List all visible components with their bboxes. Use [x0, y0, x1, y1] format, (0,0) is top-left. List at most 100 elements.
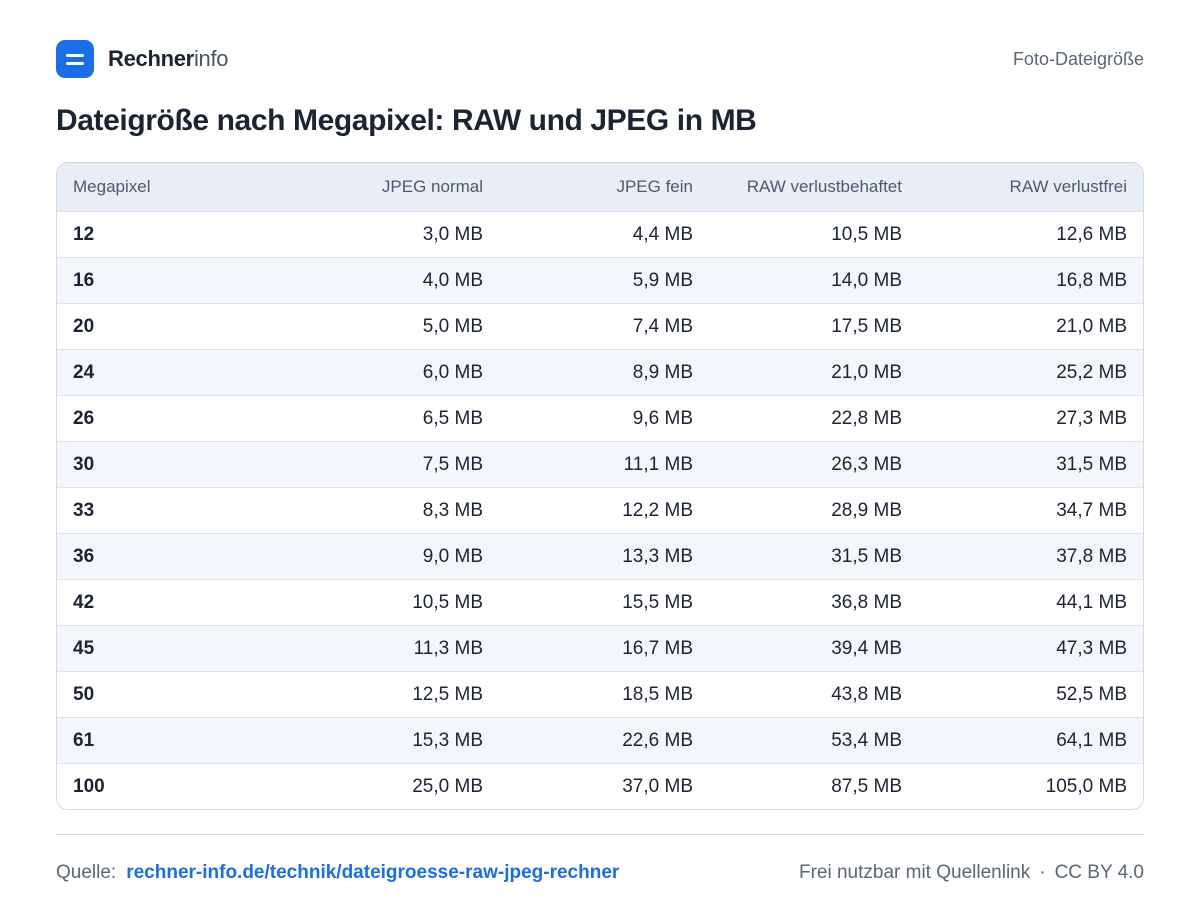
size-cell: 9,6 MB — [499, 395, 709, 442]
size-cell: 14,0 MB — [709, 257, 918, 304]
size-cell: 5,0 MB — [267, 303, 499, 350]
source-link[interactable]: rechner-info.de/technik/dateigroesse-raw… — [126, 862, 619, 883]
size-cell: 22,8 MB — [709, 395, 918, 442]
table-row: 45 11,3 MB 16,7 MB 39,4 MB 47,3 MB — [57, 625, 1143, 672]
size-cell: 27,3 MB — [918, 395, 1143, 442]
size-cell: 31,5 MB — [918, 441, 1143, 488]
megapixel-cell: 26 — [57, 395, 267, 442]
megapixel-cell: 45 — [57, 625, 267, 672]
table-row: 12 3,0 MB 4,4 MB 10,5 MB 12,6 MB — [57, 211, 1143, 258]
size-cell: 34,7 MB — [918, 487, 1143, 534]
size-cell: 5,9 MB — [499, 257, 709, 304]
size-cell: 15,3 MB — [267, 717, 499, 764]
size-cell: 25,2 MB — [918, 349, 1143, 396]
separator: · — [1039, 862, 1046, 883]
data-table: Megapixel JPEG normal JPEG fein RAW verlust… — [56, 162, 1144, 810]
size-cell: 12,5 MB — [267, 671, 499, 718]
license-badge: CC BY 4.0 — [1054, 862, 1144, 883]
size-cell: 10,5 MB — [709, 211, 918, 258]
table-row: 36 9,0 MB 13,3 MB 31,5 MB 37,8 MB — [57, 533, 1143, 580]
size-cell: 28,9 MB — [709, 487, 918, 534]
size-cell: 6,5 MB — [267, 395, 499, 442]
license-info: Frei nutzbar mit Quellenlink · CC BY 4.0 — [799, 862, 1144, 884]
table-body: 12 3,0 MB 4,4 MB 10,5 MB 12,6 MB 16 4,0 MB 5,9 … — [57, 211, 1143, 809]
table-row: 33 8,3 MB 12,2 MB 28,9 MB 34,7 MB — [57, 487, 1143, 534]
brand[interactable]: Rechnerinfo — [56, 40, 229, 78]
size-cell: 44,1 MB — [918, 579, 1143, 626]
size-cell: 13,3 MB — [499, 533, 709, 580]
page-title: Dateigröße nach Megapixel: RAW und JPEG … — [56, 104, 757, 137]
megapixel-cell: 61 — [57, 717, 267, 764]
brand-name: Rechnerinfo — [108, 46, 229, 72]
size-cell: 15,5 MB — [499, 579, 709, 626]
table-row: 16 4,0 MB 5,9 MB 14,0 MB 16,8 MB — [57, 257, 1143, 304]
megapixel-cell: 42 — [57, 579, 267, 626]
column-header: JPEG normal — [267, 163, 499, 212]
megapixel-cell: 12 — [57, 211, 267, 258]
table-row: 24 6,0 MB 8,9 MB 21,0 MB 25,2 MB — [57, 349, 1143, 396]
size-cell: 25,0 MB — [267, 763, 499, 809]
size-cell: 64,1 MB — [918, 717, 1143, 764]
size-cell: 21,0 MB — [918, 303, 1143, 350]
header: Rechnerinfo Foto-Dateigröße — [56, 40, 1144, 78]
table-row: 100 25,0 MB 37,0 MB 87,5 MB 105,0 MB — [57, 763, 1143, 809]
brand-name-light: info — [193, 46, 229, 71]
size-cell: 11,1 MB — [499, 441, 709, 488]
size-cell: 17,5 MB — [709, 303, 918, 350]
menu-lines-icon — [56, 40, 94, 78]
source: Quelle: rechner-info.de/technik/dateigroe… — [56, 862, 619, 884]
size-cell: 31,5 MB — [709, 533, 918, 580]
table-row: 20 5,0 MB 7,4 MB 17,5 MB 21,0 MB — [57, 303, 1143, 350]
size-cell: 10,5 MB — [267, 579, 499, 626]
megapixel-cell: 33 — [57, 487, 267, 534]
table-header-row: Megapixel JPEG normal JPEG fein RAW verlust… — [57, 163, 1143, 212]
megapixel-cell: 50 — [57, 671, 267, 718]
size-cell: 7,4 MB — [499, 303, 709, 350]
size-cell: 53,4 MB — [709, 717, 918, 764]
size-cell: 43,8 MB — [709, 671, 918, 718]
license-text: Frei nutzbar mit Quellenlink — [798, 862, 1031, 883]
size-cell: 7,5 MB — [267, 441, 499, 488]
size-cell: 8,9 MB — [499, 349, 709, 396]
size-cell: 87,5 MB — [709, 763, 918, 809]
megapixel-cell: 36 — [57, 533, 267, 580]
size-cell: 105,0 MB — [918, 763, 1143, 809]
brand-name-bold: Rechner — [108, 46, 194, 71]
size-cell: 18,5 MB — [499, 671, 709, 718]
size-cell: 6,0 MB — [267, 349, 499, 396]
size-cell: 37,8 MB — [918, 533, 1143, 580]
megapixel-cell: 100 — [57, 763, 267, 809]
size-cell: 12,6 MB — [918, 211, 1143, 258]
size-cell: 16,7 MB — [499, 625, 709, 672]
table-row: 26 6,5 MB 9,6 MB 22,8 MB 27,3 MB — [57, 395, 1143, 442]
table-row: 50 12,5 MB 18,5 MB 43,8 MB 52,5 MB — [57, 671, 1143, 718]
table-row: 30 7,5 MB 11,1 MB 26,3 MB 31,5 MB — [57, 441, 1143, 488]
megapixel-cell: 20 — [57, 303, 267, 350]
column-header: Megapixel — [57, 163, 267, 212]
size-cell: 3,0 MB — [267, 211, 499, 258]
megapixel-cell: 24 — [57, 349, 267, 396]
size-cell: 4,4 MB — [499, 211, 709, 258]
size-cell: 37,0 MB — [499, 763, 709, 809]
size-cell: 16,8 MB — [918, 257, 1143, 304]
size-cell: 9,0 MB — [267, 533, 499, 580]
footer: Quelle: rechner-info.de/technik/dateigroe… — [56, 858, 1144, 888]
size-cell: 4,0 MB — [267, 257, 499, 304]
size-cell: 12,2 MB — [499, 487, 709, 534]
table-row: 42 10,5 MB 15,5 MB 36,8 MB 44,1 MB — [57, 579, 1143, 626]
size-cell: 22,6 MB — [499, 717, 709, 764]
source-label: Quelle: — [56, 862, 117, 883]
column-header: RAW verlustbehaftet — [709, 163, 918, 212]
megapixel-cell: 30 — [57, 441, 267, 488]
size-cell: 39,4 MB — [709, 625, 918, 672]
size-cell: 26,3 MB — [709, 441, 918, 488]
size-cell: 47,3 MB — [918, 625, 1143, 672]
size-cell: 36,8 MB — [709, 579, 918, 626]
topic-label: Foto-Dateigröße — [1012, 48, 1144, 69]
column-header: JPEG fein — [499, 163, 709, 212]
megapixel-cell: 16 — [57, 257, 267, 304]
divider — [56, 834, 1144, 835]
table-row: 61 15,3 MB 22,6 MB 53,4 MB 64,1 MB — [57, 717, 1143, 764]
size-cell: 8,3 MB — [267, 487, 499, 534]
size-cell: 52,5 MB — [918, 671, 1143, 718]
